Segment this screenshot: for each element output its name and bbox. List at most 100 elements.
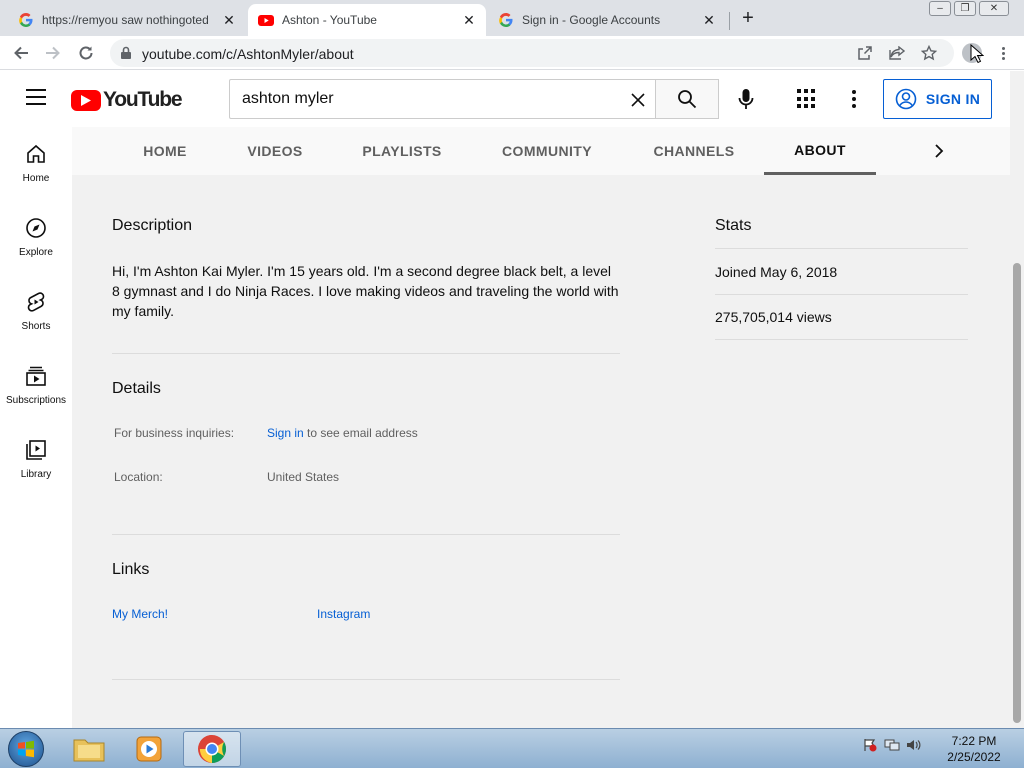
guide-label: Library	[20, 469, 52, 480]
apps-grid-icon[interactable]	[797, 89, 817, 109]
library-icon	[26, 440, 46, 460]
window-controls: – ❐ ✕	[926, 1, 1009, 17]
action-center-flag-icon[interactable]	[862, 737, 878, 753]
clock-time: 7:22 PM	[951, 734, 997, 748]
guide-item-explore[interactable]: Explore	[0, 201, 72, 275]
joined-date: Joined May 6, 2018	[715, 264, 838, 280]
system-tray	[862, 737, 922, 753]
search-icon	[678, 90, 697, 109]
subscriptions-icon	[26, 366, 46, 386]
windows-taskbar: 7:22 PM 2/25/2022	[0, 728, 1024, 768]
guide-item-home[interactable]: Home	[0, 127, 72, 201]
tab-community[interactable]: COMMUNITY	[490, 127, 604, 175]
new-tab-icon[interactable]: +	[737, 7, 759, 29]
chrome-icon	[198, 735, 226, 763]
chevron-right-icon[interactable]	[927, 139, 951, 163]
taskbar-chrome[interactable]	[183, 731, 241, 767]
youtube-logo[interactable]: YouTube	[71, 88, 183, 112]
shorts-icon	[27, 292, 45, 312]
divider	[112, 679, 620, 680]
close-tab-icon[interactable]: ✕	[460, 11, 478, 29]
tab-home[interactable]: HOME	[112, 127, 218, 175]
taskbar-media-player[interactable]	[120, 731, 178, 767]
restore-icon[interactable]: ❐	[954, 1, 976, 16]
clear-search-icon[interactable]	[628, 90, 648, 110]
windows-logo-icon	[18, 740, 34, 758]
link-my-merch[interactable]: My Merch!	[112, 607, 168, 621]
volume-icon[interactable]	[906, 737, 922, 753]
browser-tab-1[interactable]: https://remyou saw nothingoted ✕	[8, 4, 246, 36]
google-g-icon	[19, 13, 33, 27]
open-in-new-icon[interactable]	[856, 44, 874, 62]
link-instagram[interactable]: Instagram	[317, 607, 370, 621]
about-content: Description Hi, I'm Ashton Kai Myler. I'…	[72, 175, 1010, 728]
divider	[715, 339, 968, 340]
location-value: United States	[267, 470, 340, 484]
home-icon	[27, 144, 45, 163]
location-label: Location:	[114, 470, 163, 484]
media-player-icon	[136, 736, 162, 762]
address-bar[interactable]: youtube.com/c/AshtonMyler/about	[110, 39, 954, 67]
settings-kebab-icon[interactable]	[846, 88, 862, 110]
search-button[interactable]	[655, 79, 719, 119]
sign-in-label: SIGN IN	[925, 91, 981, 107]
description-heading: Description	[112, 217, 193, 234]
guide-item-subscriptions[interactable]: Subscriptions	[0, 349, 72, 423]
windows-start-button[interactable]	[8, 731, 44, 767]
compass-icon	[26, 218, 46, 238]
close-tab-icon[interactable]: ✕	[700, 11, 718, 29]
description-text: Hi, I'm Ashton Kai Myler. I'm 15 years o…	[112, 263, 619, 319]
divider	[112, 353, 620, 354]
browser-tab-strip: https://remyou saw nothingoted ✕ Ashton …	[0, 0, 1024, 36]
divider	[112, 534, 620, 535]
tab-videos[interactable]: VIDEOS	[222, 127, 328, 175]
microphone-icon[interactable]	[734, 87, 758, 111]
taskbar-clock[interactable]: 7:22 PM 2/25/2022	[940, 733, 1008, 765]
divider	[715, 248, 968, 249]
close-tab-icon[interactable]: ✕	[220, 11, 238, 29]
network-icon[interactable]	[884, 737, 900, 753]
divider	[715, 294, 968, 295]
window-close-icon[interactable]: ✕	[979, 1, 1009, 16]
minimize-icon[interactable]: –	[929, 1, 951, 16]
business-inquiries-label: For business inquiries:	[114, 426, 235, 440]
browser-tab-2[interactable]: Ashton - YouTube ✕	[248, 4, 486, 36]
guide-item-shorts[interactable]: Shorts	[0, 275, 72, 349]
tab-separator	[729, 12, 730, 30]
guide-label: Home	[22, 173, 50, 184]
sign-in-button[interactable]: SIGN IN	[883, 79, 992, 119]
browser-menu-icon[interactable]	[996, 42, 1010, 64]
channel-tabs: HOME VIDEOS PLAYLISTS COMMUNITY CHANNELS…	[72, 127, 1010, 175]
tab-title: Ashton - YouTube	[282, 13, 377, 27]
email-hint-text: to see email address	[303, 426, 418, 440]
account-circle-icon	[895, 88, 917, 110]
bookmark-star-icon[interactable]	[920, 44, 938, 62]
tab-title: Sign in - Google Accounts	[522, 13, 661, 27]
search-input[interactable]: ashton myler	[229, 79, 656, 119]
browser-toolbar: youtube.com/c/AshtonMyler/about	[0, 36, 1024, 70]
share-icon[interactable]	[888, 44, 906, 62]
guide-label: Subscriptions	[5, 395, 67, 406]
sign-in-link[interactable]: Sign in	[267, 426, 304, 440]
reload-icon[interactable]	[75, 42, 97, 64]
hamburger-menu-icon[interactable]	[26, 89, 46, 105]
youtube-play-icon	[71, 89, 101, 111]
youtube-icon	[258, 15, 274, 26]
mouse-cursor-icon	[970, 44, 984, 64]
guide-label: Explore	[19, 247, 53, 258]
url-text: youtube.com/c/AshtonMyler/about	[142, 46, 354, 62]
search-query-text: ashton myler	[242, 90, 334, 107]
back-icon[interactable]	[10, 42, 32, 64]
google-g-icon	[499, 13, 513, 27]
details-heading: Details	[112, 380, 161, 397]
lock-icon	[121, 46, 131, 59]
tab-about[interactable]: ABOUT	[764, 127, 876, 175]
taskbar-file-explorer[interactable]	[60, 731, 118, 767]
guide-label: Shorts	[21, 321, 51, 332]
guide-item-library[interactable]: Library	[0, 423, 72, 497]
scrollbar-thumb[interactable]	[1013, 263, 1021, 723]
tab-playlists[interactable]: PLAYLISTS	[350, 127, 454, 175]
forward-icon[interactable]	[42, 42, 64, 64]
browser-tab-3[interactable]: Sign in - Google Accounts ✕	[488, 4, 726, 36]
tab-channels[interactable]: CHANNELS	[642, 127, 746, 175]
